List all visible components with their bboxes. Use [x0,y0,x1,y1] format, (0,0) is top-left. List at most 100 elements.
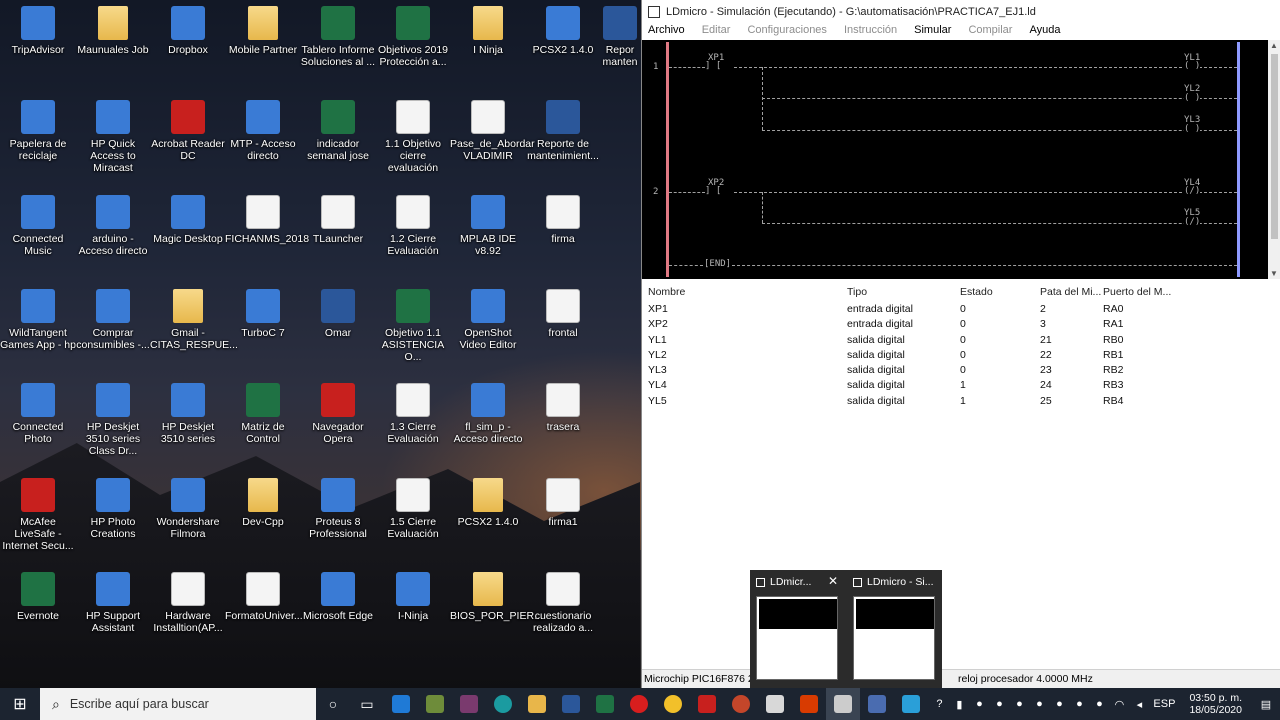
desktop-icon[interactable]: OpenShot Video Editor [450,289,526,351]
desktop-icon[interactable]: Dropbox [150,6,226,56]
desktop-icon[interactable]: Objetivo 1.1 ASISTENCIA O... [375,289,451,363]
desktop-icon[interactable]: Evernote [0,572,76,622]
help-icon[interactable]: ? [929,698,949,710]
coil-yl5[interactable]: (/) [1184,217,1201,227]
desktop-icon[interactable]: BIOS_POR_PIER... [450,572,543,622]
menu-instruccion[interactable]: Instrucción [844,24,897,40]
desktop-icon[interactable]: Objetivos 2019 Protección a... [375,6,451,68]
microphone-icon[interactable]: ▮ [949,698,969,711]
tray-app-icon[interactable]: ● [969,698,989,710]
desktop-icon[interactable]: firma1 [525,478,601,528]
desktop-icon[interactable]: Tablero Informe Soluciones al ... [300,6,376,68]
tray-app-icon[interactable]: ● [1089,698,1109,710]
desktop-icon[interactable]: TLauncher [300,195,376,245]
thumbnail-1[interactable]: LDmicr... ✕ [750,570,842,688]
acrobat-icon[interactable] [690,688,724,720]
desktop-icon[interactable]: Comprar consumibles -... [75,289,151,351]
desktop-icon[interactable]: HP Deskjet 3510 series [150,383,226,445]
powerpoint-icon[interactable] [724,688,758,720]
app-icon[interactable] [418,688,452,720]
table-row[interactable]: XP1 entrada digital 0 2 RA0 [642,301,1280,316]
opera-icon[interactable] [622,688,656,720]
tray-app-icon[interactable]: ● [989,698,1009,710]
desktop-icon[interactable]: Hardware Installtion(AP... [150,572,226,634]
title-bar[interactable]: LDmicro - Simulación (Ejecutando) - G:\a… [642,0,1280,24]
task-view-icon[interactable]: ▭ [350,688,384,720]
menu-ayuda[interactable]: Ayuda [1029,24,1060,40]
col-tipo[interactable]: Tipo [847,286,867,298]
desktop-icon[interactable]: PCSX2 1.4.0 [450,478,526,528]
scroll-up-icon[interactable]: ▲ [1270,41,1278,50]
contact-xp1[interactable]: ] [ [705,61,721,71]
arduino-icon[interactable] [486,688,520,720]
table-row[interactable]: YL3 salida digital 0 23 RB2 [642,362,1280,377]
desktop-icon[interactable]: Matriz de Control [225,383,301,445]
desktop-icon[interactable]: 1.1 Objetivo cierre evaluación [375,100,451,174]
menu-simular[interactable]: Simular [914,24,951,40]
table-row[interactable]: YL2 salida digital 0 22 RB1 [642,347,1280,362]
desktop-icon[interactable]: I Ninja [450,6,526,56]
desktop-icon[interactable]: 1.2 Cierre Evaluación [375,195,451,257]
desktop-icon[interactable]: HP Support Assistant [75,572,151,634]
col-estado[interactable]: Estado [960,286,993,298]
clock[interactable]: 03:50 p. m. 18/05/2020 [1189,692,1242,716]
tray-app-icon[interactable]: ● [1069,698,1089,710]
desktop-icon[interactable]: Magic Desktop [150,195,226,245]
windows-start-icon[interactable]: ⊞ [0,688,40,720]
ladder-diagram[interactable]: 1 XP1 ] [ YL1 ( ) YL2 ( ) YL3 ( ) 2 XP2 … [642,40,1268,279]
app-icon[interactable] [860,688,894,720]
coil-yl4[interactable]: (/) [1184,186,1201,196]
excel-icon[interactable] [588,688,622,720]
desktop-icon[interactable]: Proteus 8 Professional [300,478,376,540]
desktop-icon[interactable]: MPLAB IDE v8.92 [450,195,526,257]
desktop-icon[interactable]: HP Deskjet 3510 series Class Dr... [75,383,151,457]
desktop-icon[interactable]: trasera [525,383,601,433]
menu-configuraciones[interactable]: Configuraciones [747,24,827,40]
ladder-scrollbar[interactable]: ▲ ▼ [1268,40,1280,279]
desktop-icon[interactable]: I-Ninja [375,572,451,622]
desktop-icon[interactable]: Connected Photo [0,383,76,445]
scroll-thumb[interactable] [1271,54,1278,239]
volume-icon[interactable]: ◂ [1129,698,1149,711]
scroll-down-icon[interactable]: ▼ [1270,269,1278,278]
tray-app-icon[interactable]: ● [1009,698,1029,710]
language-indicator[interactable]: ESP [1149,698,1179,710]
notifications-icon[interactable]: ▤ [1252,698,1280,711]
wifi-icon[interactable]: ◠ [1109,698,1129,711]
office-icon[interactable] [792,688,826,720]
desktop-icon[interactable]: FICHANMS_2018 [225,195,309,245]
menu-compilar[interactable]: Compilar [968,24,1012,40]
desktop-icon[interactable]: WildTangent Games App - hp [0,289,76,351]
desktop-icon[interactable]: Navegador Opera [300,383,376,445]
col-nombre[interactable]: Nombre [648,286,685,298]
desktop-icon[interactable]: FormatoUniver... [225,572,303,622]
desktop-icon[interactable]: frontal [525,289,601,339]
desktop-icon[interactable]: arduino - Acceso directo [75,195,151,257]
word-icon[interactable] [554,688,588,720]
mail-icon[interactable] [758,688,792,720]
col-puerto[interactable]: Puerto del M... [1103,286,1171,298]
edge-icon[interactable] [384,688,418,720]
file-explorer-icon[interactable] [520,688,554,720]
desktop-icon[interactable]: Mobile Partner [225,6,301,56]
desktop-icon[interactable]: fl_sim_p - Acceso directo [450,383,526,445]
desktop-icon[interactable]: Pase_de_Abordar VLADIMIR [450,100,535,162]
coil-yl1[interactable]: ( ) [1184,61,1201,71]
contact-xp2[interactable]: ] [ [705,186,721,196]
desktop-icon[interactable]: TurboC 7 [225,289,301,339]
desktop-icon[interactable]: TripAdvisor [0,6,76,56]
menu-archivo[interactable]: Archivo [648,24,685,40]
cortana-icon[interactable]: ○ [316,688,350,720]
desktop-icon[interactable]: cuestionario realizado a... [525,572,601,634]
desktop-icon[interactable]: Gmail - CITAS_RESPUE... [150,289,238,351]
table-row[interactable]: YL1 salida digital 0 21 RB0 [642,332,1280,347]
desktop-icon[interactable]: Omar [300,289,376,339]
desktop-icon[interactable]: HP Photo Creations [75,478,151,540]
table-row[interactable]: YL5 salida digital 1 25 RB4 [642,393,1280,408]
desktop-icon[interactable]: Connected Music [0,195,76,257]
desktop-icon[interactable]: Wondershare Filmora [150,478,226,540]
table-row[interactable]: YL4 salida digital 1 24 RB3 [642,377,1280,392]
desktop-icon[interactable]: 1.5 Cierre Evaluación [375,478,451,540]
coil-yl2[interactable]: ( ) [1184,93,1201,103]
desktop-icon[interactable]: PCSX2 1.4.0 [525,6,601,56]
